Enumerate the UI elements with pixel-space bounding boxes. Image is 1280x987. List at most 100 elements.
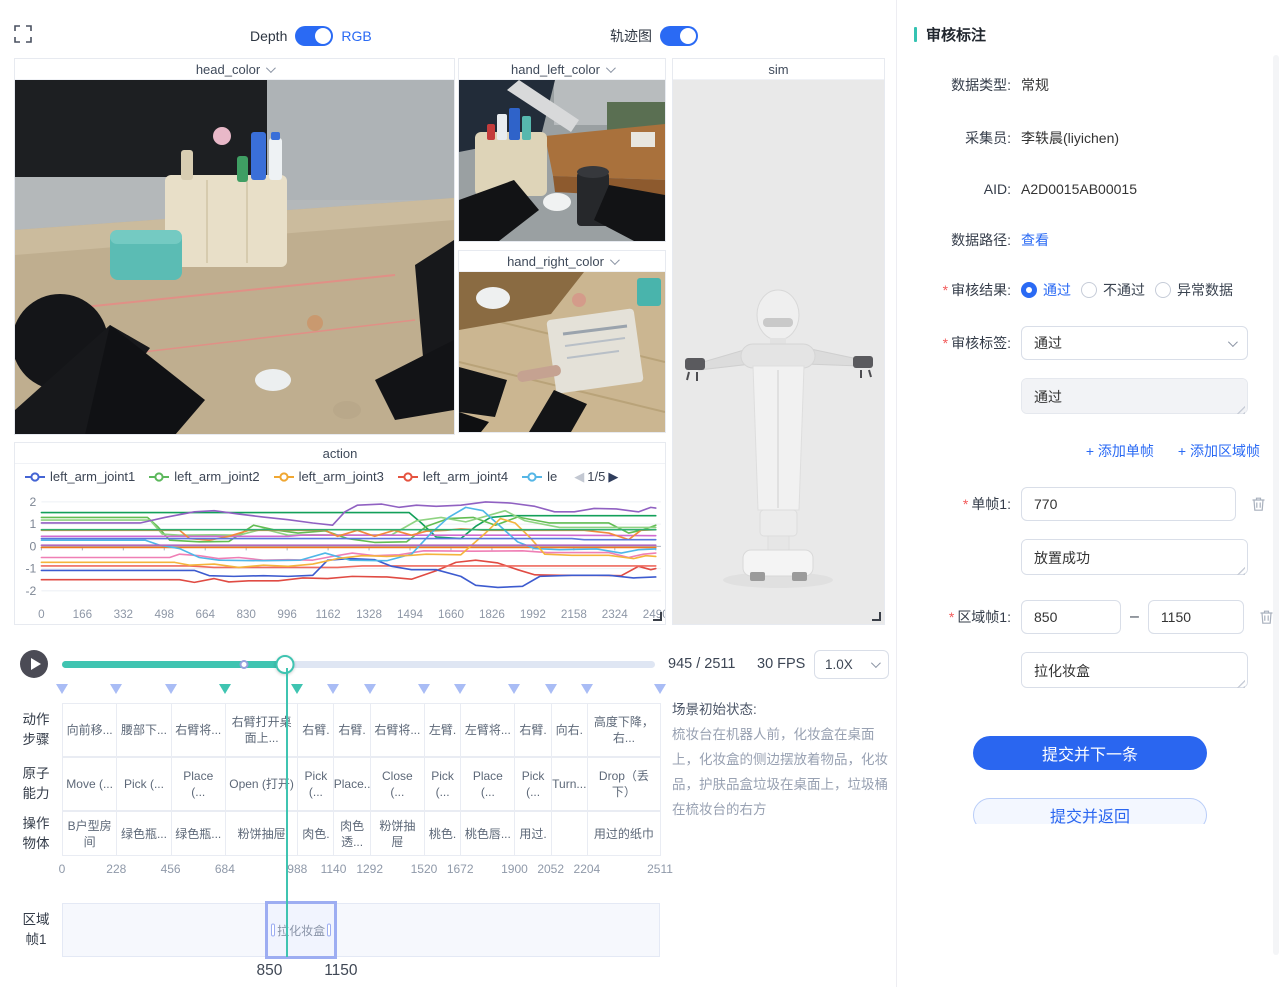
annotation-review-app: Depth RGB 轨迹图 head_color [0,0,1280,987]
legend-item[interactable]: left_arm_joint1 [25,469,135,484]
timeline-cell[interactable]: 桃色. [424,811,461,856]
fps-label: 30 FPS [757,656,805,672]
timeline-cell[interactable]: 右臂. [333,703,370,757]
step-marker[interactable] [219,684,231,694]
fullscreen-icon[interactable] [14,25,32,43]
review-result-row: *审核结果: 通过 不通过 异常数据 [914,280,1266,300]
delete-single-frame-button[interactable] [1251,496,1266,512]
step-marker[interactable] [545,684,557,694]
timeline-cell[interactable]: Pick (... [297,757,334,811]
submit-next-button[interactable]: 提交并下一条 [973,736,1207,770]
timeline-cell[interactable]: B户型房间 [62,811,117,856]
play-button[interactable] [20,650,48,678]
timeline-cell[interactable] [551,811,588,856]
timeline-cell[interactable]: 用过的纸巾 [587,811,661,856]
playback-speed-select[interactable]: 1.0X [814,650,889,679]
timeline-cell[interactable]: Place (... [171,757,226,811]
segment-left-handle[interactable] [271,924,275,937]
review-tag-select[interactable]: 通过 [1021,326,1248,360]
playback-slider[interactable] [62,661,655,668]
radio-option-pass[interactable]: 通过 [1021,280,1071,300]
step-marker[interactable] [327,684,339,694]
view-data-path-link[interactable]: 查看 [1021,230,1049,250]
legend-item[interactable]: le [522,469,557,484]
timeline-cell[interactable]: 右臂. [297,703,334,757]
region-frame-note[interactable] [1021,652,1248,688]
timeline-cell[interactable]: 向右. [551,703,588,757]
timeline-cell[interactable]: 右臂将... [171,703,226,757]
timeline-cell[interactable]: Pick (... [514,757,551,811]
action-chart-panel: action left_arm_joint1 left_arm_joint2 l… [14,442,666,625]
timeline-cell[interactable]: Pick (... [116,757,171,811]
legend-item[interactable]: left_arm_joint2 [149,469,259,484]
timeline-cell[interactable]: 左臂将... [460,703,515,757]
depth-rgb-toggle[interactable] [295,26,333,46]
timeline-cell[interactable]: 向前移... [62,703,117,757]
segment-right-handle[interactable] [327,924,331,937]
timeline-cell[interactable]: Turn... [551,757,588,811]
hand-right-camera-selector[interactable]: hand_right_color [459,251,665,272]
required-asterisk: * [943,335,948,351]
timeline-cell[interactable]: 右臂将... [370,703,425,757]
timeline-cell[interactable]: 腰部下... [116,703,171,757]
step-marker[interactable] [56,684,68,694]
region-frame-row: *区域帧1: – [914,600,1266,634]
step-marker[interactable] [165,684,177,694]
timeline-cell[interactable]: 右臂. [514,703,551,757]
timeline-cell[interactable]: 用过. [514,811,551,856]
action-chart-canvas[interactable]: 210-1-2016633249866483099611621328149416… [15,489,665,626]
timeline-cell[interactable]: 绿色瓶... [116,811,171,856]
step-marker[interactable] [454,684,466,694]
timeline-cell[interactable]: 桃色唇... [460,811,515,856]
legend-prev-button[interactable]: ◀ [574,469,584,485]
timeline-cell[interactable]: 肉色透... [333,811,370,856]
legend-item[interactable]: left_arm_joint3 [274,469,384,484]
delete-region-frame-button[interactable] [1259,609,1274,625]
timeline-cell[interactable]: Drop（丢下） [587,757,661,811]
region-end-input[interactable] [1148,600,1244,634]
radio-option-fail[interactable]: 不通过 [1081,280,1145,300]
head-camera-selector[interactable]: head_color [15,59,454,80]
timeline-cell[interactable]: Pick (... [424,757,461,811]
single-frame-input[interactable] [1021,487,1236,521]
collector-label: 采集员: [914,128,1011,148]
region-start-input[interactable] [1021,600,1121,634]
review-tag-row: *审核标签: 通过 [914,326,1266,360]
timeline-cell[interactable]: Place (... [460,757,515,811]
svg-text:-2: -2 [25,584,36,598]
sim-resize-handle[interactable] [872,612,881,621]
review-tag-note[interactable] [1021,378,1248,414]
timeline-cell[interactable]: 粉饼抽屉 [370,811,425,856]
single-frame-note[interactable] [1021,539,1248,575]
step-marker[interactable] [508,684,520,694]
add-region-frame-link[interactable]: + 添加区域帧 [1178,441,1260,461]
timeline-cell[interactable]: Close (... [370,757,425,811]
legend-page-indicator: 1/5 [587,469,605,484]
step-marker[interactable] [418,684,430,694]
timeline-cell[interactable]: 高度下降，右... [587,703,661,757]
trajectory-toggle[interactable] [660,26,698,46]
chart-resize-handle[interactable] [653,612,662,621]
legend-next-button[interactable]: ▶ [608,469,618,485]
timeline-cell[interactable]: 左臂. [424,703,461,757]
hand-left-camera-selector[interactable]: hand_left_color [459,59,665,80]
step-marker[interactable] [581,684,593,694]
region-frame-track[interactable]: 拉化妆盒 [62,903,660,957]
chevron-down-icon [266,63,276,73]
frame-axis-tick: 456 [161,862,181,876]
step-marker[interactable] [291,684,303,694]
radio-option-abnormal[interactable]: 异常数据 [1155,280,1233,300]
region-frame-segment[interactable]: 拉化妆盒 [265,901,336,959]
step-marker[interactable] [364,684,376,694]
timeline-cell[interactable]: 肉色. [297,811,334,856]
chart-line [41,502,655,525]
step-marker[interactable] [110,684,122,694]
submit-back-button[interactable]: 提交并返回 [973,798,1207,824]
timeline-cell[interactable]: Place.. [333,757,370,811]
legend-item[interactable]: left_arm_joint4 [398,469,508,484]
add-single-frame-link[interactable]: + 添加单帧 [1086,441,1154,461]
timeline-cell[interactable]: Move (... [62,757,117,811]
step-marker[interactable] [654,684,666,694]
timeline-cell[interactable]: 绿色瓶... [171,811,226,856]
single-frame-marker-dot[interactable] [239,660,248,669]
